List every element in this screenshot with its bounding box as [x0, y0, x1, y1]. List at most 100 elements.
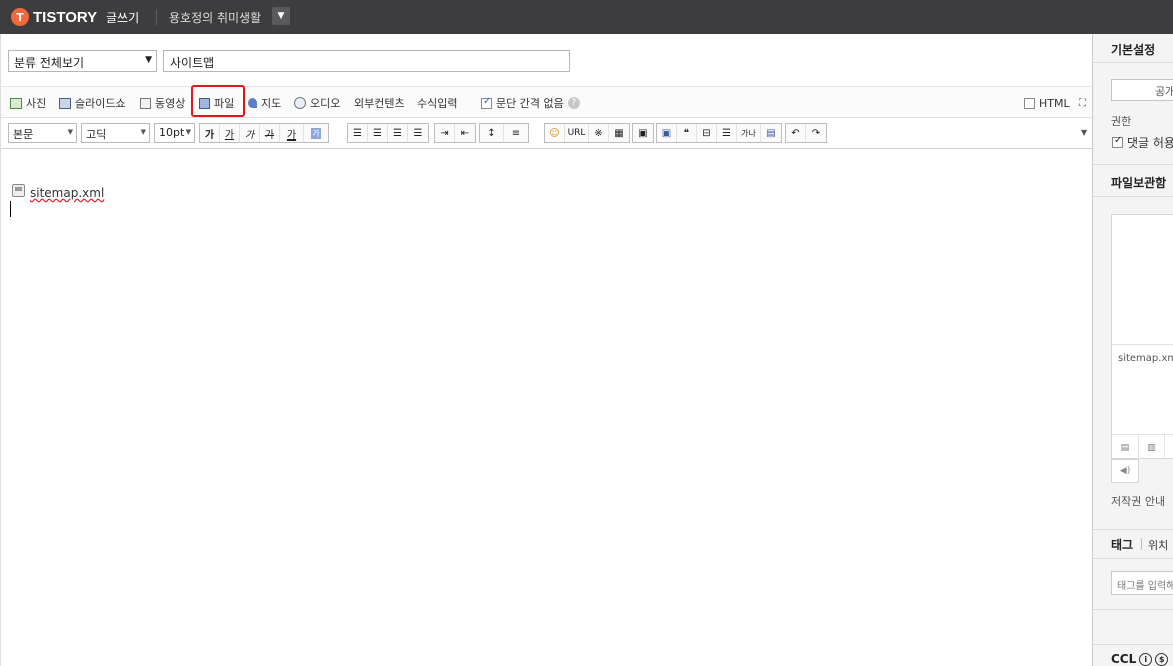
category-value: 분류 전체보기 [14, 56, 85, 70]
link-button[interactable]: URL [565, 124, 589, 142]
title-input[interactable]: 사이트맵 [163, 50, 570, 72]
title-row: 분류 전체보기 ▼ 사이트맵 [1, 34, 1093, 87]
blog-name[interactable]: 용호정의 취미생활 [169, 9, 261, 26]
file-storage-box: sitemap.xml ▤ ▥ ▤ [1111, 214, 1173, 460]
attach-photo-button[interactable]: 사진 [10, 95, 46, 111]
italic-button[interactable]: 가 [240, 124, 260, 142]
align-justify-icon[interactable]: ☰ [408, 124, 428, 142]
align-right-icon[interactable]: ☰ [388, 124, 408, 142]
font-select[interactable]: 고딕 ▼ [81, 123, 150, 143]
table-icon[interactable]: ▦ [609, 124, 629, 142]
category-select[interactable]: 분류 전체보기 ▼ [8, 50, 157, 72]
publish-button[interactable]: 공개 [1111, 79, 1173, 101]
paragraph-spacing-checkbox[interactable] [481, 96, 492, 109]
fullscreen-button[interactable]: ⛶ [1079, 95, 1086, 111]
line-height-icon[interactable]: ↕ [480, 124, 504, 142]
indent-icon[interactable]: ⇥ [435, 124, 455, 142]
page-title: 글쓰기 [106, 11, 140, 25]
bold-button[interactable]: 가 [200, 124, 220, 142]
map-icon [248, 98, 257, 108]
divider-line-icon[interactable]: ☰ [717, 124, 737, 142]
insert-right-icon[interactable]: ▤ [1165, 435, 1173, 460]
ccl-section[interactable]: CCL i $ [1111, 652, 1169, 666]
chevron-down-icon: ▼ [140, 128, 146, 136]
file-storage-title: 파일보관함 [1111, 176, 1167, 190]
allow-comments-label: 댓글 허용 [1127, 136, 1173, 150]
char-count-button[interactable]: 가나 [737, 124, 761, 142]
insert-group: ☺ URL ※ ▦ [544, 123, 630, 143]
tab-tag[interactable]: 태그 [1111, 536, 1133, 553]
file-button-highlight [191, 85, 245, 117]
divider [1141, 538, 1142, 550]
underline-button[interactable]: 가 [220, 124, 240, 142]
chevron-down-icon: ▼ [145, 55, 152, 65]
font-size-select[interactable]: 10pt ▼ [154, 123, 195, 143]
copyright-guide-link[interactable]: 저작권 안내 [1111, 493, 1165, 509]
insert-center-icon[interactable]: ▥ [1139, 435, 1166, 460]
redo-icon[interactable]: ↷ [806, 124, 826, 142]
html-mode-label: HTML [1039, 96, 1070, 110]
tag-input[interactable]: 태그를 입력해 [1111, 571, 1173, 595]
tab-location[interactable]: 위치 [1148, 537, 1168, 553]
attach-slideshow-label: 슬라이드쇼 [75, 97, 126, 110]
divider [156, 9, 157, 25]
align-center-icon[interactable]: ☰ [368, 124, 388, 142]
editor-content[interactable]: sitemap.xml [1, 149, 1093, 666]
emoticon-icon[interactable]: ☺ [545, 124, 565, 142]
outdent-icon[interactable]: ⇤ [455, 124, 475, 142]
basic-settings-title: 기본설정 [1111, 43, 1156, 57]
toolbar-collapse-icon[interactable]: ▼ [1081, 128, 1087, 137]
divider [1093, 558, 1173, 559]
ccl-label: CCL [1111, 652, 1137, 666]
html-mode-toggle[interactable]: HTML [1024, 95, 1070, 111]
chevron-down-icon[interactable]: ▼ [272, 7, 290, 25]
insert-left-icon[interactable]: ▤ [1112, 435, 1139, 460]
highlight-color-button[interactable]: 가 [304, 124, 328, 142]
strikethrough-button[interactable]: 가 [260, 124, 280, 142]
attribution-icon: i [1139, 652, 1153, 666]
attach-video-label: 동영상 [155, 97, 186, 110]
attach-external-button[interactable]: 외부컨텐츠 [354, 95, 405, 111]
attach-toolbar: 사진 슬라이드쇼 동영상 파일 지도 오디오 외부컨텐츠 수식입력 ✓ 문단 간… [1, 87, 1093, 118]
html-mode-checkbox[interactable] [1024, 97, 1035, 109]
text-box-icon[interactable]: ▣ [657, 124, 677, 142]
attach-slideshow-button[interactable]: 슬라이드쇼 [59, 95, 126, 111]
stored-file-item[interactable]: sitemap.xml [1118, 353, 1173, 364]
settings-panel: 기본설정 공개 권한 댓글 허용 파일보관함 sitemap.xml ▤ ▥ ▤… [1092, 34, 1173, 666]
divider [1093, 62, 1173, 63]
allow-comments-toggle[interactable]: 댓글 허용 [1112, 134, 1173, 151]
font-value: 고딕 [86, 128, 107, 141]
allow-comments-checkbox[interactable] [1112, 135, 1123, 148]
paragraph-style-value: 본문 [13, 128, 34, 141]
list-icon[interactable]: ≡ [504, 124, 528, 142]
sound-icon[interactable]: ◀) [1111, 459, 1139, 483]
tistory-logo-icon: T [11, 8, 29, 26]
paragraph-spacing-toggle[interactable]: 문단 간격 없음 ? [481, 95, 580, 111]
attach-video-button[interactable]: 동영상 [140, 95, 185, 111]
attached-file-link[interactable]: sitemap.xml [30, 186, 104, 200]
publish-label: 공개 [1155, 85, 1173, 98]
special-char-icon[interactable]: ※ [589, 124, 609, 142]
paragraph-style-select[interactable]: 본문 ▼ [8, 123, 77, 143]
attach-audio-button[interactable]: 오디오 [294, 95, 340, 111]
expand-icon: ⛶ [1079, 97, 1086, 109]
audio-icon [294, 97, 306, 109]
more-icon[interactable]: ⊟ [697, 124, 717, 142]
align-left-icon[interactable]: ☰ [348, 124, 368, 142]
quote-icon[interactable]: ❝ [677, 124, 697, 142]
attach-map-button[interactable]: 지도 [248, 95, 281, 111]
tistory-logo[interactable]: T TISTORY [11, 7, 97, 27]
paragraph-spacing-label: 문단 간격 없음 [496, 97, 564, 110]
save-icon[interactable]: ▤ [761, 124, 781, 142]
editor: 분류 전체보기 ▼ 사이트맵 사진 슬라이드쇼 동영상 파일 지도 오디오 외부… [0, 34, 1093, 666]
help-icon[interactable]: ? [567, 97, 580, 109]
file-preview [1112, 215, 1173, 345]
video-icon [140, 97, 151, 109]
indent-group: ⇥ ⇤ [434, 123, 476, 143]
text-color-button[interactable]: 가 [280, 124, 304, 142]
undo-icon[interactable]: ↶ [786, 124, 806, 142]
top-bar: T TISTORY 글쓰기 용호정의 취미생활 ▼ [0, 0, 1173, 34]
text-cursor [10, 201, 11, 217]
box-icon[interactable]: ▣ [633, 124, 653, 142]
attach-formula-button[interactable]: 수식입력 [417, 95, 457, 111]
